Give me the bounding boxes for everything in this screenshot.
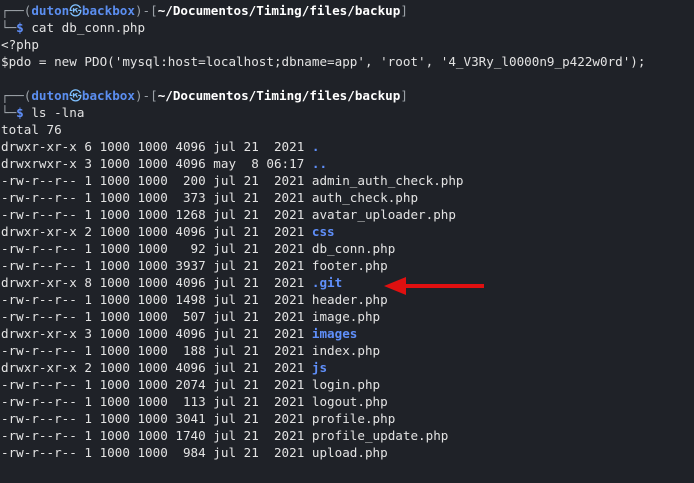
ls-row: -rw-r--r-- 1 1000 1000 188 jul 21 2021 i… — [1, 342, 694, 359]
ls-row-meta: drwxr-xr-x 6 1000 1000 4096 jul 21 2021 — [1, 139, 312, 154]
ls-row-meta: drwxr-xr-x 3 1000 1000 4096 jul 21 2021 — [1, 326, 312, 341]
ls-file-name: profile_update.php — [311, 428, 449, 443]
ls-row: -rw-r--r-- 1 1000 1000 200 jul 21 2021 a… — [1, 172, 694, 189]
ls-dir-name: css — [311, 224, 335, 239]
terminal-output: ┌──(duton㉿backbox)-[~/Documentos/Timing/… — [1, 2, 694, 461]
ls-file-name: index.php — [311, 343, 381, 358]
ls-row: -rw-r--r-- 1 1000 1000 1740 jul 21 2021 … — [1, 427, 694, 444]
prompt-header: ┌──(duton㉿backbox)-[~/Documentos/Timing/… — [1, 3, 408, 18]
ls-file-name: image.php — [311, 309, 381, 324]
prompt-host: backbox — [81, 88, 135, 103]
red-arrow-icon — [384, 277, 484, 295]
ls-row: -rw-r--r-- 1 1000 1000 3041 jul 21 2021 … — [1, 410, 694, 427]
ls-file-name: footer.php — [311, 258, 388, 273]
ls-file-name: login.php — [311, 377, 381, 392]
ls-row-meta: -rw-r--r-- 1 1000 1000 507 jul 21 2021 — [1, 309, 312, 324]
ls-row: -rw-r--r-- 1 1000 1000 1268 jul 21 2021 … — [1, 206, 694, 223]
ls-row: drwxr-xr-x 6 1000 1000 4096 jul 21 2021 … — [1, 138, 694, 155]
ls-file-name: upload.php — [311, 445, 388, 460]
prompt-command: cat db_conn.php — [31, 20, 146, 35]
prompt-user: duton — [31, 88, 70, 103]
prompt-command: ls -lna — [31, 105, 85, 120]
ls-row-meta: -rw-r--r-- 1 1000 1000 188 jul 21 2021 — [1, 343, 312, 358]
ls-dir-name: .. — [311, 156, 328, 171]
ls-row-meta: -rw-r--r-- 1 1000 1000 984 jul 21 2021 — [1, 445, 312, 460]
ls-row-meta: -rw-r--r-- 1 1000 1000 2074 jul 21 2021 — [1, 377, 312, 392]
prompt-header: ┌──(duton㉿backbox)-[~/Documentos/Timing/… — [1, 88, 408, 103]
prompt-path: ~/Documentos/Timing/files/backup — [157, 88, 401, 103]
ls-row: -rw-r--r-- 1 1000 1000 1498 jul 21 2021 … — [1, 291, 694, 308]
ls-row-meta: drwxr-xr-x 8 1000 1000 4096 jul 21 2021 — [1, 275, 312, 290]
prompt-at-symbol: ㉿ — [69, 88, 82, 103]
ls-row-meta: -rw-r--r-- 1 1000 1000 200 jul 21 2021 — [1, 173, 312, 188]
ls-row: -rw-r--r-- 1 1000 1000 2074 jul 21 2021 … — [1, 376, 694, 393]
ls-row: drwxr-xr-x 8 1000 1000 4096 jul 21 2021 … — [1, 274, 694, 291]
ls-file-name: admin_auth_check.php — [311, 173, 464, 188]
ls-row-meta: -rw-r--r-- 1 1000 1000 3937 jul 21 2021 — [1, 258, 312, 273]
prompt-host: backbox — [81, 3, 135, 18]
ls-row: -rw-r--r-- 1 1000 1000 373 jul 21 2021 a… — [1, 189, 694, 206]
prompt-user: duton — [31, 3, 70, 18]
ls-row: drwxrwxr-x 3 1000 1000 4096 may 8 06:17 … — [1, 155, 694, 172]
ls-file-name: auth_check.php — [311, 190, 419, 205]
prompt-at-symbol: ㉿ — [69, 3, 82, 18]
ls-listing: drwxr-xr-x 6 1000 1000 4096 jul 21 2021 … — [1, 138, 694, 461]
ls-total: total 76 — [1, 122, 62, 137]
ls-dir-name: .git — [311, 275, 343, 290]
ls-row: -rw-r--r-- 1 1000 1000 507 jul 21 2021 i… — [1, 308, 694, 325]
prompt-path: ~/Documentos/Timing/files/backup — [157, 3, 401, 18]
ls-dir-name: js — [311, 360, 328, 375]
ls-row-meta: -rw-r--r-- 1 1000 1000 1498 jul 21 2021 — [1, 292, 312, 307]
ls-dir-name: images — [311, 326, 358, 341]
file-output-line: <?php — [1, 37, 39, 52]
ls-file-name: header.php — [311, 292, 388, 307]
ls-file-name: avatar_uploader.php — [311, 207, 456, 222]
ls-row-meta: drwxr-xr-x 2 1000 1000 4096 jul 21 2021 — [1, 360, 312, 375]
ls-row-meta: -rw-r--r-- 1 1000 1000 113 jul 21 2021 — [1, 394, 312, 409]
ls-row: -rw-r--r-- 1 1000 1000 92 jul 21 2021 db… — [1, 240, 694, 257]
ls-row-meta: -rw-r--r-- 1 1000 1000 92 jul 21 2021 — [1, 241, 312, 256]
ls-row: -rw-r--r-- 1 1000 1000 3937 jul 21 2021 … — [1, 257, 694, 274]
ls-row-meta: -rw-r--r-- 1 1000 1000 1268 jul 21 2021 — [1, 207, 312, 222]
ls-row-meta: -rw-r--r-- 1 1000 1000 1740 jul 21 2021 — [1, 428, 312, 443]
ls-file-name: profile.php — [311, 411, 396, 426]
ls-file-name: db_conn.php — [311, 241, 396, 256]
prompt-command-line: └─$ ls -lna — [1, 105, 85, 120]
prompt-command-line: └─$ cat db_conn.php — [1, 20, 146, 35]
ls-row-meta: -rw-r--r-- 1 1000 1000 373 jul 21 2021 — [1, 190, 312, 205]
ls-row: drwxr-xr-x 2 1000 1000 4096 jul 21 2021 … — [1, 223, 694, 240]
ls-row-meta: drwxrwxr-x 3 1000 1000 4096 may 8 06:17 — [1, 156, 312, 171]
ls-row-meta: -rw-r--r-- 1 1000 1000 3041 jul 21 2021 — [1, 411, 312, 426]
ls-dir-name: . — [311, 139, 320, 154]
ls-file-name: logout.php — [311, 394, 388, 409]
ls-row: -rw-r--r-- 1 1000 1000 984 jul 21 2021 u… — [1, 444, 694, 461]
ls-row: drwxr-xr-x 3 1000 1000 4096 jul 21 2021 … — [1, 325, 694, 342]
file-output-line: $pdo = new PDO('mysql:host=localhost;dbn… — [1, 54, 646, 69]
ls-row: -rw-r--r-- 1 1000 1000 113 jul 21 2021 l… — [1, 393, 694, 410]
ls-row-meta: drwxr-xr-x 2 1000 1000 4096 jul 21 2021 — [1, 224, 312, 239]
ls-row: drwxr-xr-x 2 1000 1000 4096 jul 21 2021 … — [1, 359, 694, 376]
